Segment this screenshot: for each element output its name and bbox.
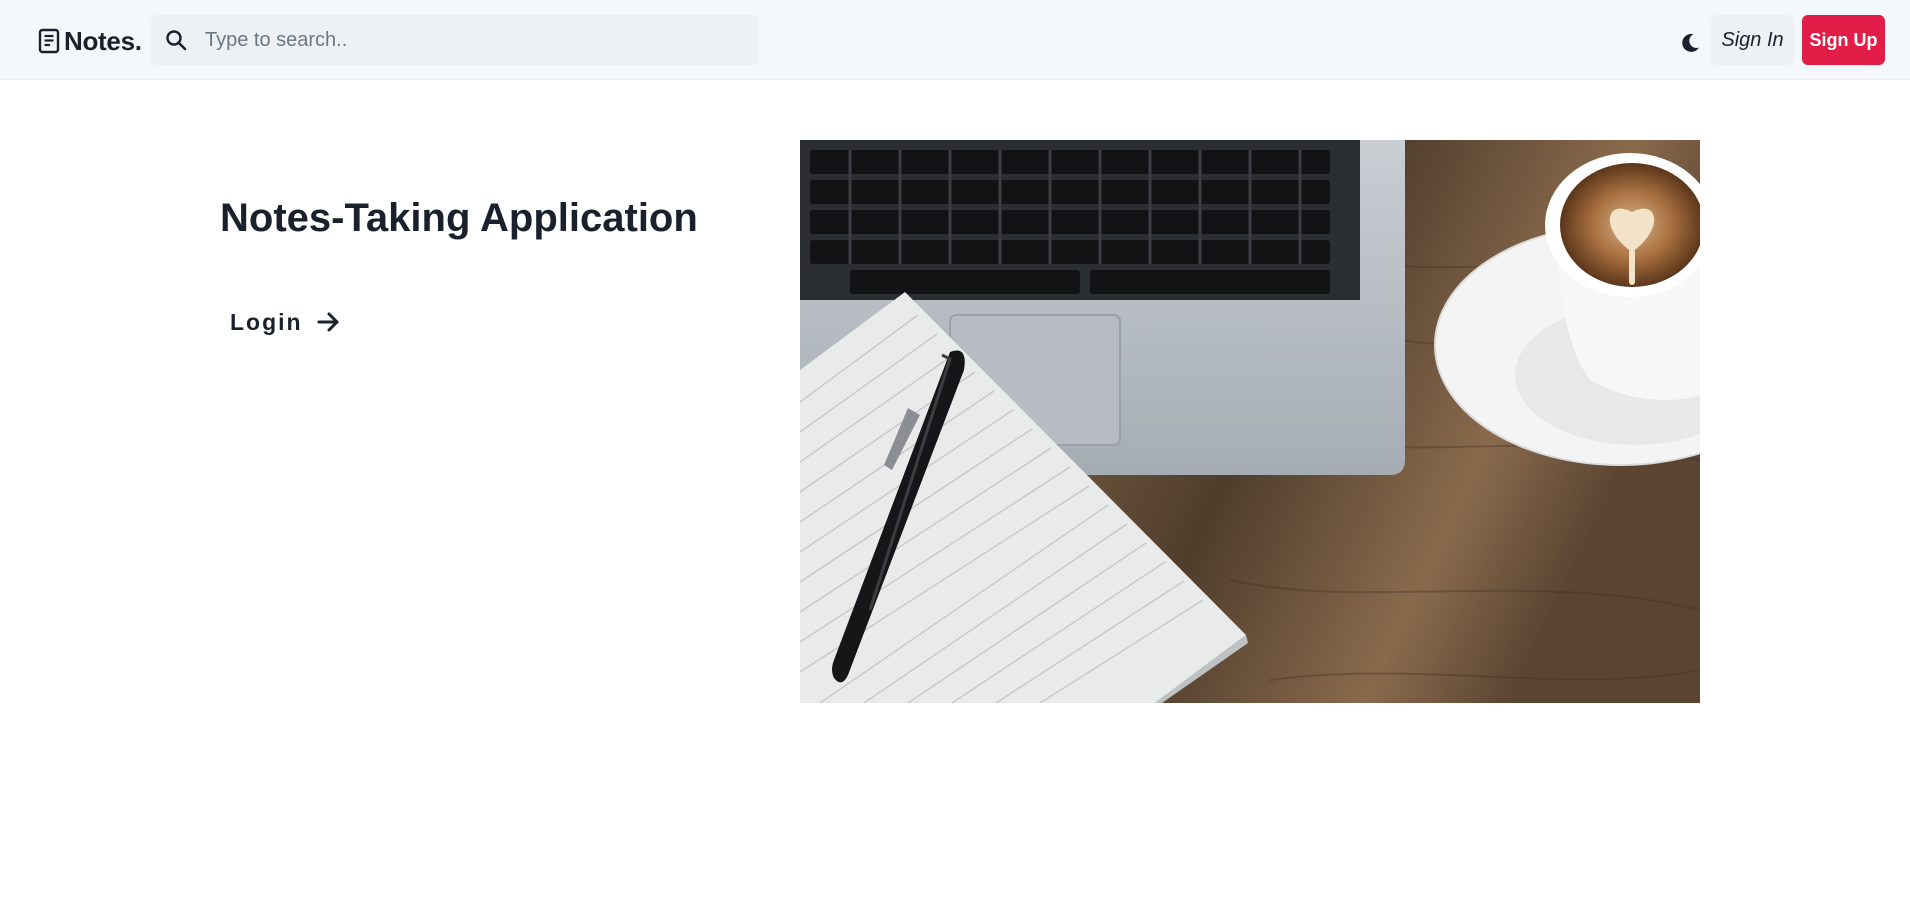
login-link[interactable]: Login: [230, 304, 341, 340]
page-title: Notes-Taking Application: [220, 196, 698, 240]
arrow-right-icon: [317, 311, 341, 333]
navbar: Notes. Sign In Sign Up: [0, 0, 1910, 80]
login-label: Login: [230, 308, 303, 335]
moon-icon[interactable]: [1677, 30, 1703, 56]
document-icon: [38, 28, 60, 54]
search-icon: [165, 29, 187, 51]
search-bar[interactable]: [151, 15, 759, 65]
sign-in-button[interactable]: Sign In: [1711, 15, 1794, 65]
brand-name: Notes.: [64, 25, 142, 56]
sign-up-button[interactable]: Sign Up: [1802, 15, 1885, 65]
brand-logo-link[interactable]: Notes.: [38, 24, 142, 58]
hero-image: [800, 140, 1700, 703]
search-input[interactable]: [203, 27, 727, 53]
